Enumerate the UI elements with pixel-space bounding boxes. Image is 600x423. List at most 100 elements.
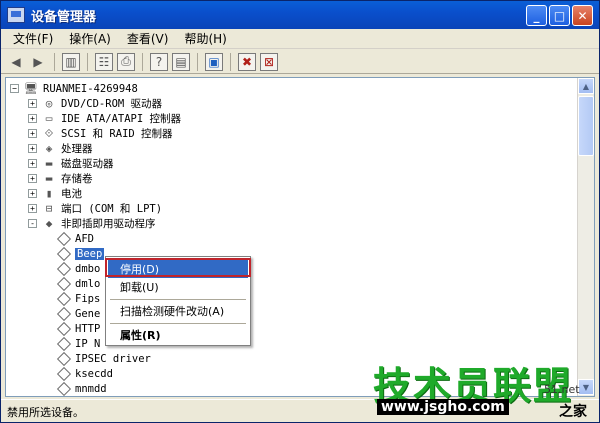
menu-view[interactable]: 查看(V) — [119, 29, 177, 49]
tree-driver-item[interactable]: HTTP — [56, 321, 100, 336]
tree-category-label: 处理器 — [61, 143, 93, 155]
tree-driver-item[interactable]: ksecdd — [56, 366, 113, 381]
uninstall-icon[interactable]: ⊠ — [260, 52, 278, 71]
status-text: 禁用所选设备。 — [7, 405, 84, 419]
tree-category[interactable]: + ◎ DVD/CD-ROM 驱动器 — [28, 96, 162, 111]
tree-category-expanded[interactable]: - ◆ 非即插即用驱动程序 — [28, 216, 156, 231]
disk-drive-icon: ▬ — [45, 157, 53, 170]
driver-icon — [56, 231, 72, 246]
driver-icon — [56, 261, 72, 276]
toolbar-separator — [87, 52, 88, 71]
driver-icon — [56, 291, 72, 306]
menu-separator — [110, 299, 246, 300]
minimize-button[interactable]: _ — [526, 5, 547, 26]
tree-category[interactable]: + ⟐ SCSI 和 RAID 控制器 — [28, 126, 173, 141]
tree-category-label: 存储卷 — [61, 173, 93, 185]
tree-category[interactable]: + ▬ 存储卷 — [28, 171, 93, 186]
tree-category[interactable]: + ▮ 电池 — [28, 186, 82, 201]
toolbar-separator — [54, 52, 55, 71]
menu-item-uninstall[interactable]: 卸载(U) — [108, 278, 248, 296]
device-tree-panel: − 🖥 RUANMEI-4269948 + ◎ DVD/CD-ROM 驱动器 +… — [5, 77, 595, 397]
print-icon[interactable]: ⎙ — [117, 52, 135, 71]
tree-driver-item[interactable]: IPSEC driver — [56, 351, 151, 366]
driver-label: Beep — [75, 247, 105, 260]
scroll-thumb[interactable] — [578, 96, 594, 156]
forward-icon[interactable]: ▶ — [29, 53, 47, 71]
tree-driver-item[interactable]: AFD — [56, 231, 94, 246]
device-tree: − 🖥 RUANMEI-4269948 + ◎ DVD/CD-ROM 驱动器 +… — [6, 78, 578, 396]
tree-driver-item[interactable]: IP N — [56, 336, 100, 351]
expand-icon[interactable]: + — [28, 189, 37, 198]
driver-label: IPSEC driver — [75, 352, 151, 365]
menu-item-properties[interactable]: 属性(R) — [108, 326, 248, 344]
tree-category[interactable]: + ▭ IDE ATA/ATAPI 控制器 — [28, 111, 181, 126]
expand-icon[interactable]: + — [28, 159, 37, 168]
close-button[interactable]: ✕ — [572, 5, 593, 26]
back-icon[interactable]: ◀ — [7, 53, 25, 71]
expand-icon[interactable]: + — [28, 144, 37, 153]
expand-icon[interactable]: + — [28, 114, 37, 123]
status-bar: 禁用所选设备。 — [1, 399, 599, 423]
tree-category[interactable]: + ◈ 处理器 — [28, 141, 93, 156]
tree-category[interactable]: + ⊟ 端口 (COM 和 LPT) — [28, 201, 162, 216]
driver-icon — [56, 351, 72, 366]
menu-bar: 文件(F) 操作(A) 查看(V) 帮助(H) — [1, 29, 599, 49]
menu-item-scan-hardware[interactable]: 扫描检测硬件改动(A) — [108, 302, 248, 320]
ide-controller-icon: ▭ — [45, 112, 53, 125]
scroll-up-icon[interactable]: ▲ — [578, 78, 594, 94]
vertical-scrollbar[interactable]: ▲ ▼ — [577, 78, 594, 396]
menu-file[interactable]: 文件(F) — [5, 29, 61, 49]
scroll-down-icon[interactable]: ▼ — [578, 379, 594, 395]
expand-icon[interactable]: + — [28, 129, 37, 138]
menu-item-disable[interactable]: 停用(D) — [108, 260, 248, 278]
collapse-icon[interactable]: − — [10, 84, 19, 93]
toolbar-separator — [230, 52, 231, 71]
tree-root-label: RUANMEI-4269948 — [43, 82, 138, 95]
scsi-controller-icon: ⟐ — [44, 126, 54, 140]
maximize-button[interactable]: □ — [549, 5, 570, 26]
collapse-icon[interactable]: - — [28, 219, 37, 228]
computer-icon: 🖥 — [24, 82, 38, 95]
disable-icon[interactable]: ✖ — [238, 52, 256, 71]
show-hide-icon[interactable]: ▤ — [172, 52, 190, 71]
tree-driver-item[interactable]: Fips — [56, 291, 100, 306]
driver-icon — [56, 366, 72, 381]
expand-icon[interactable]: + — [28, 174, 37, 183]
tree-category[interactable]: + ▬ 磁盘驱动器 — [28, 156, 114, 171]
tree-root[interactable]: − 🖥 RUANMEI-4269948 — [10, 81, 138, 96]
driver-icon — [56, 381, 72, 396]
tree-driver-item-selected[interactable]: Beep — [56, 246, 105, 261]
window-title: 设备管理器 — [31, 9, 97, 25]
driver-icon — [56, 321, 72, 336]
menu-action[interactable]: 操作(A) — [61, 29, 119, 49]
tree-driver-item[interactable]: mnmdd — [56, 381, 107, 396]
tree-driver-item[interactable]: dmbo — [56, 261, 100, 276]
tree-category-label: 端口 (COM 和 LPT) — [61, 203, 163, 215]
tree-category-label: 磁盘驱动器 — [61, 158, 114, 170]
device-manager-icon — [7, 7, 25, 23]
toolbar: ◀ ▶ ▥ ☷ ⎙ ? ▤ ▣ ✖ ⊠ — [1, 50, 599, 74]
tree-driver-item[interactable]: dmlo — [56, 276, 100, 291]
tree-driver-item[interactable]: Gene — [56, 306, 100, 321]
title-bar[interactable]: 设备管理器 _ □ ✕ — [1, 1, 599, 29]
driver-label: HTTP — [75, 322, 101, 335]
toolbar-separator — [197, 52, 198, 71]
storage-volume-icon: ▬ — [45, 172, 53, 185]
properties-icon[interactable]: ☷ — [95, 52, 113, 71]
expand-icon[interactable]: + — [28, 204, 37, 213]
non-pnp-driver-icon: ◆ — [45, 217, 53, 230]
scan-icon[interactable]: ▣ — [205, 52, 223, 71]
context-menu: 停用(D) 卸载(U) 扫描检测硬件改动(A) 属性(R) — [105, 256, 251, 346]
expand-icon[interactable]: + — [28, 99, 37, 108]
driver-icon — [56, 276, 72, 291]
driver-label: Gene — [75, 307, 101, 320]
console-tree-icon[interactable]: ▥ — [62, 52, 80, 71]
menu-separator — [110, 323, 246, 324]
driver-label: Fips — [75, 292, 101, 305]
menu-help[interactable]: 帮助(H) — [176, 29, 234, 49]
device-manager-window: 设备管理器 _ □ ✕ 文件(F) 操作(A) 查看(V) 帮助(H) ◀ ▶ … — [0, 0, 600, 423]
help-icon[interactable]: ? — [150, 52, 168, 71]
driver-label: ksecdd — [75, 367, 113, 380]
driver-icon — [56, 336, 72, 351]
driver-label: dmlo — [75, 277, 101, 290]
